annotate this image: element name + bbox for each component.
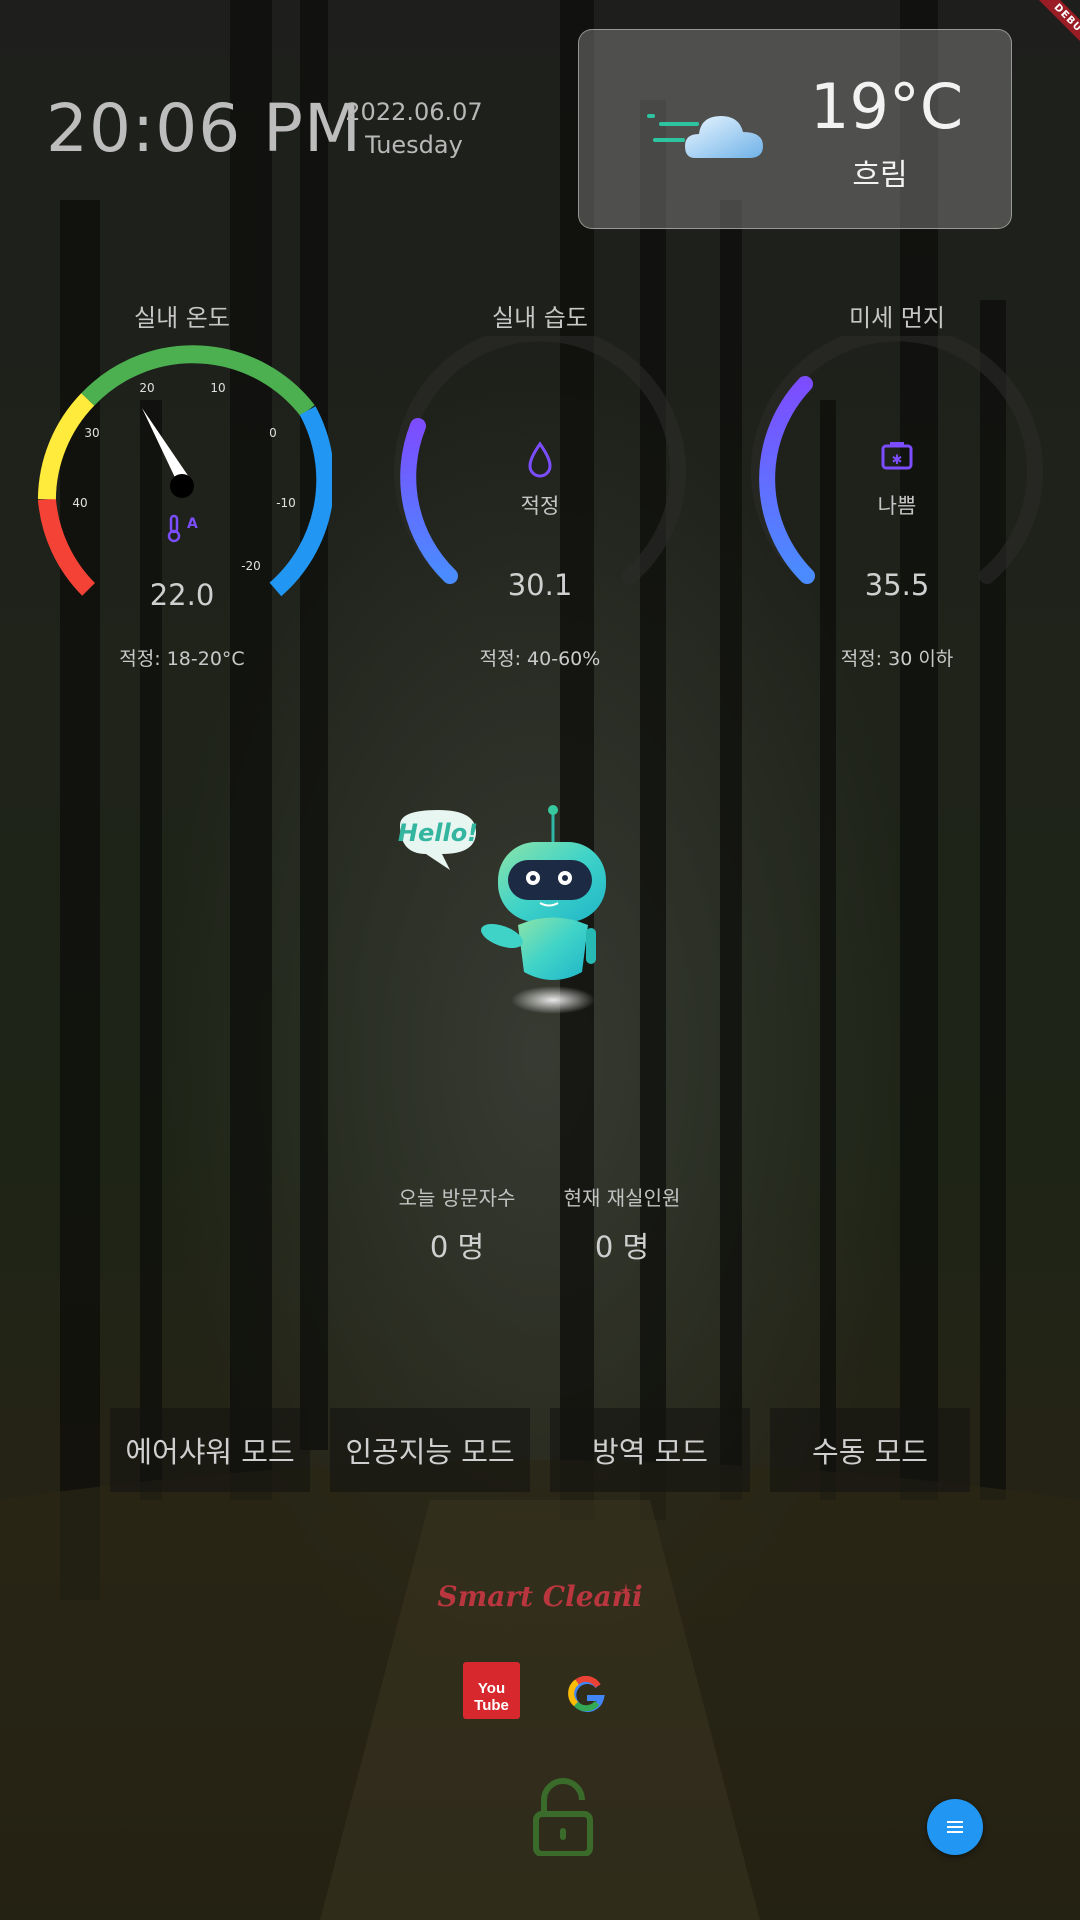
mode-button-manual[interactable]: 수동 모드 [770, 1408, 970, 1492]
dust-gauge-title: 미세 먼지 [849, 304, 945, 332]
humidity-state: 적정 [520, 494, 560, 518]
temperature-range: 적정: 18-20°C [119, 648, 245, 670]
water-drop-icon [528, 441, 552, 478]
temperature-tick-label: -10 [276, 496, 296, 510]
debug-banner: DEBUG [1010, 0, 1080, 70]
thermometer-icon: A [167, 514, 198, 543]
svg-text:✱: ✱ [892, 453, 903, 468]
temperature-tick-label: 10 [210, 381, 225, 395]
google-button[interactable]: G [462, 1553, 612, 1718]
sparkle-icon [619, 1583, 633, 1599]
temperature-arc-yellow [37, 393, 95, 500]
temperature-tick-label: 0 [269, 426, 277, 440]
temperature-tick-label: 40 [72, 496, 87, 510]
temperature-gauge-title: 실내 온도 [134, 304, 230, 332]
robot-speech-text: Hello! [398, 819, 478, 847]
weather-temperature: 19°C [810, 70, 964, 143]
current-weekday: Tuesday [365, 131, 463, 159]
temperature-tick-label: -20 [241, 559, 261, 573]
visitors-value: 0 명 [429, 1230, 485, 1264]
youtube-label: You Tube [474, 1680, 509, 1714]
svg-text:A: A [187, 516, 198, 532]
robot-mascot: Hello! [398, 805, 606, 1014]
menu-icon [947, 1821, 963, 1833]
dust-range: 적정: 30 이하 [840, 648, 954, 670]
dust-camera-icon: ✱ [881, 442, 913, 470]
humidity-value: 30.1 [507, 568, 573, 602]
dust-value: 35.5 [864, 568, 930, 602]
temperature-arc-red [37, 498, 96, 596]
mode-button-air-shower[interactable]: 에어샤워 모드 [110, 1408, 310, 1492]
debug-label: DEBUG [1026, 0, 1080, 66]
mode-button-ai[interactable]: 인공지능 모드 [330, 1408, 530, 1492]
dust-state: 나쁨 [877, 494, 917, 518]
unlock-icon[interactable] [530, 1778, 596, 1856]
temperature-arc-green [81, 345, 315, 417]
youtube-button[interactable]: You Tube [463, 1662, 520, 1719]
humidity-gauge-title: 실내 습도 [492, 304, 588, 332]
google-icon: G [462, 1553, 605, 1713]
humidity-gauge [394, 336, 686, 584]
current-date: 2022.06.07 [345, 98, 483, 126]
temperature-value: 22.0 [149, 578, 215, 612]
humidity-range: 적정: 40-60% [479, 648, 601, 670]
temperature-gauge: 40 30 20 10 0 -10 -20 A [37, 345, 332, 597]
current-date-block: 2022.06.07 Tuesday [340, 96, 488, 162]
mode-button-disinfection[interactable]: 방역 모드 [550, 1408, 750, 1492]
visitors-label: 오늘 방문자수 [398, 1186, 516, 1210]
weather-condition: 흐림 [852, 158, 908, 193]
occupancy-value: 0 명 [594, 1230, 650, 1264]
dust-gauge: ✱ [751, 336, 1043, 584]
current-time: 20:06 PM [46, 90, 362, 167]
occupancy-label: 현재 재실인원 [563, 1186, 681, 1210]
temperature-tick-label: 20 [139, 381, 154, 395]
menu-fab-button[interactable] [927, 1799, 983, 1855]
humidity-arc-track [394, 336, 686, 584]
temperature-tick-label: 30 [84, 426, 99, 440]
temperature-needle-hub [170, 474, 194, 498]
cloud-wind-icon [647, 114, 763, 158]
